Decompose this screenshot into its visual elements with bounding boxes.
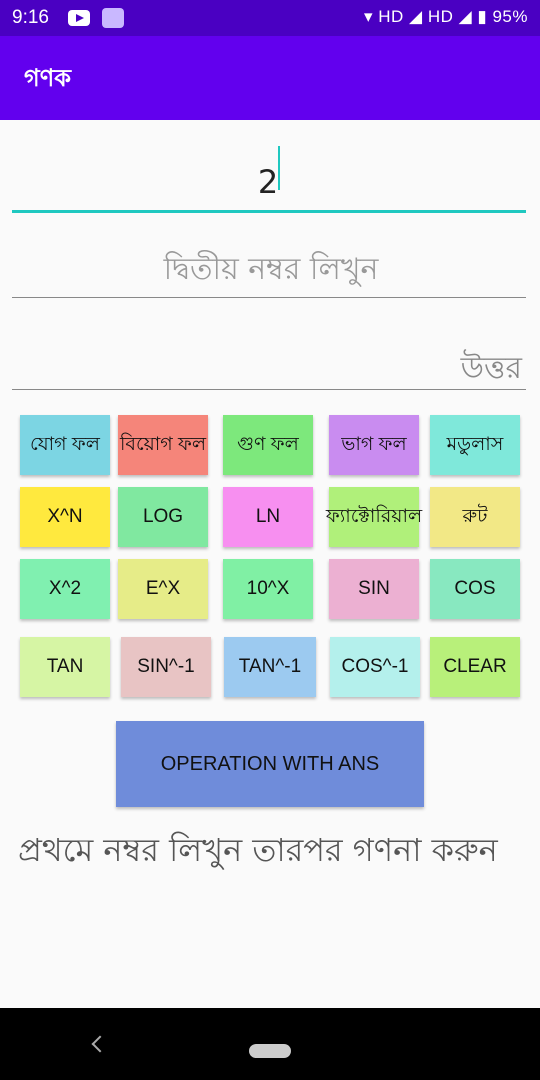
calc-button-10[interactable]: রুট (430, 487, 520, 547)
calc-button-6[interactable]: X^N (20, 487, 110, 547)
back-icon[interactable] (91, 1035, 109, 1053)
calc-button-5[interactable]: মডুলাস (430, 415, 520, 475)
operation-with-ans-button[interactable]: OPERATION WITH ANS (116, 721, 424, 807)
calc-button-17[interactable]: SIN^-1 (121, 637, 211, 697)
answer-field: উত্তর (12, 330, 526, 390)
calc-button-7[interactable]: LOG (118, 487, 208, 547)
calc-button-20[interactable]: CLEAR (430, 637, 520, 697)
navigation-bar (0, 1008, 540, 1080)
second-number-input[interactable] (12, 240, 530, 288)
calc-button-13[interactable]: 10^X (223, 559, 313, 619)
calc-button-15[interactable]: COS (430, 559, 520, 619)
calc-button-8[interactable]: LN (223, 487, 313, 547)
calc-button-11[interactable]: X^2 (20, 559, 110, 619)
home-icon[interactable] (249, 1044, 291, 1058)
app-bar: গণক (0, 36, 540, 120)
youtube-icon (68, 10, 90, 26)
answer-label: উত্তর (460, 351, 522, 386)
calc-button-16[interactable]: TAN (20, 637, 110, 697)
status-bar: 9:16 ▾ HD ◢ HD ◢ ▮ 95% (0, 0, 540, 36)
hint-text: প্রথমে নম্বর লিখুন তারপর গণনা করুন (18, 831, 498, 869)
first-number-field[interactable]: 2 (12, 146, 526, 213)
status-indicators: ▾ HD ◢ HD ◢ ▮ 95% (363, 7, 528, 26)
calc-button-12[interactable]: E^X (118, 559, 208, 619)
calc-button-1[interactable]: যোগ ফল (20, 415, 110, 475)
status-time: 9:16 (12, 7, 49, 28)
calc-button-3[interactable]: গুণ ফল (223, 415, 313, 475)
calc-button-18[interactable]: TAN^-1 (224, 637, 316, 697)
calc-button-14[interactable]: SIN (329, 559, 419, 619)
second-number-field[interactable] (12, 240, 530, 298)
app-notification-icon (102, 8, 124, 28)
first-number-value: 2 (257, 163, 279, 201)
app-title: গণক (24, 64, 72, 92)
text-cursor (278, 146, 281, 190)
calc-button-4[interactable]: ভাগ ফল (329, 415, 419, 475)
calc-button-19[interactable]: COS^-1 (330, 637, 420, 697)
calc-button-2[interactable]: বিয়োগ ফল (118, 415, 208, 475)
calc-button-9[interactable]: ফ্যাক্টোরিয়াল (326, 487, 422, 547)
